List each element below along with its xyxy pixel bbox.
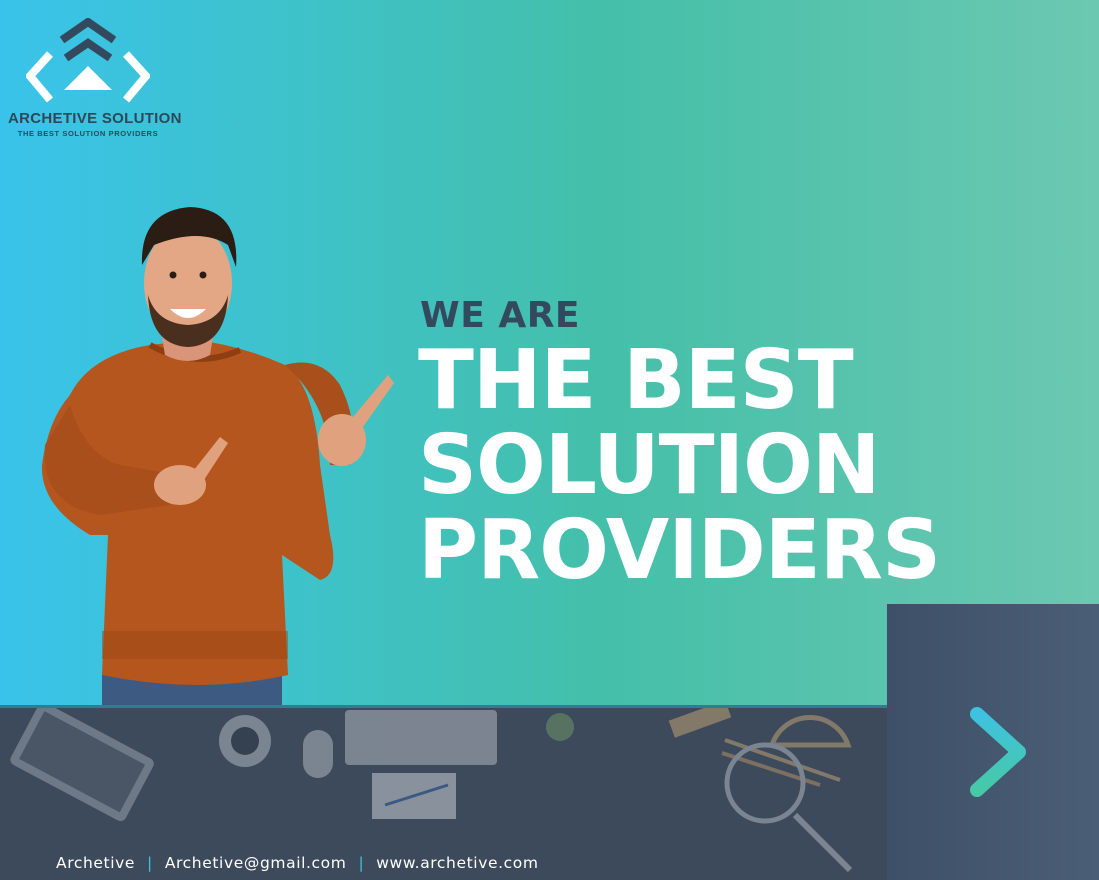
headline-kicker: WE ARE [420,295,581,336]
chevron-brackets-logo-icon [26,18,150,103]
side-panel [887,604,1099,880]
footer-separator: | [147,854,153,872]
promo-banner: ARCHETIVE SOLUTION THE BEST SOLUTION PRO… [0,0,1099,880]
headline-line-1: THE BEST [418,333,854,428]
brand-name: ARCHETIVE SOLUTION [8,110,182,127]
brand-tagline: THE BEST SOLUTION PROVIDERS [17,129,159,138]
footer-company: Archetive [56,854,136,872]
headline-line-2: SOLUTION [418,418,880,513]
brand-logo: ARCHETIVE SOLUTION THE BEST SOLUTION PRO… [8,18,182,143]
chevron-right-icon[interactable] [967,704,1029,800]
footer-email-link[interactable]: Archetive@gmail.com [165,854,347,872]
footer-separator: | [358,854,365,872]
footer-contact: Archetive | Archetive@gmail.com | www.archet… [56,854,539,872]
person-pointing-illustration [41,207,394,710]
footer-website-link[interactable]: www.archetive.com [376,854,538,872]
headline-line-3: PROVIDERS [418,503,941,598]
